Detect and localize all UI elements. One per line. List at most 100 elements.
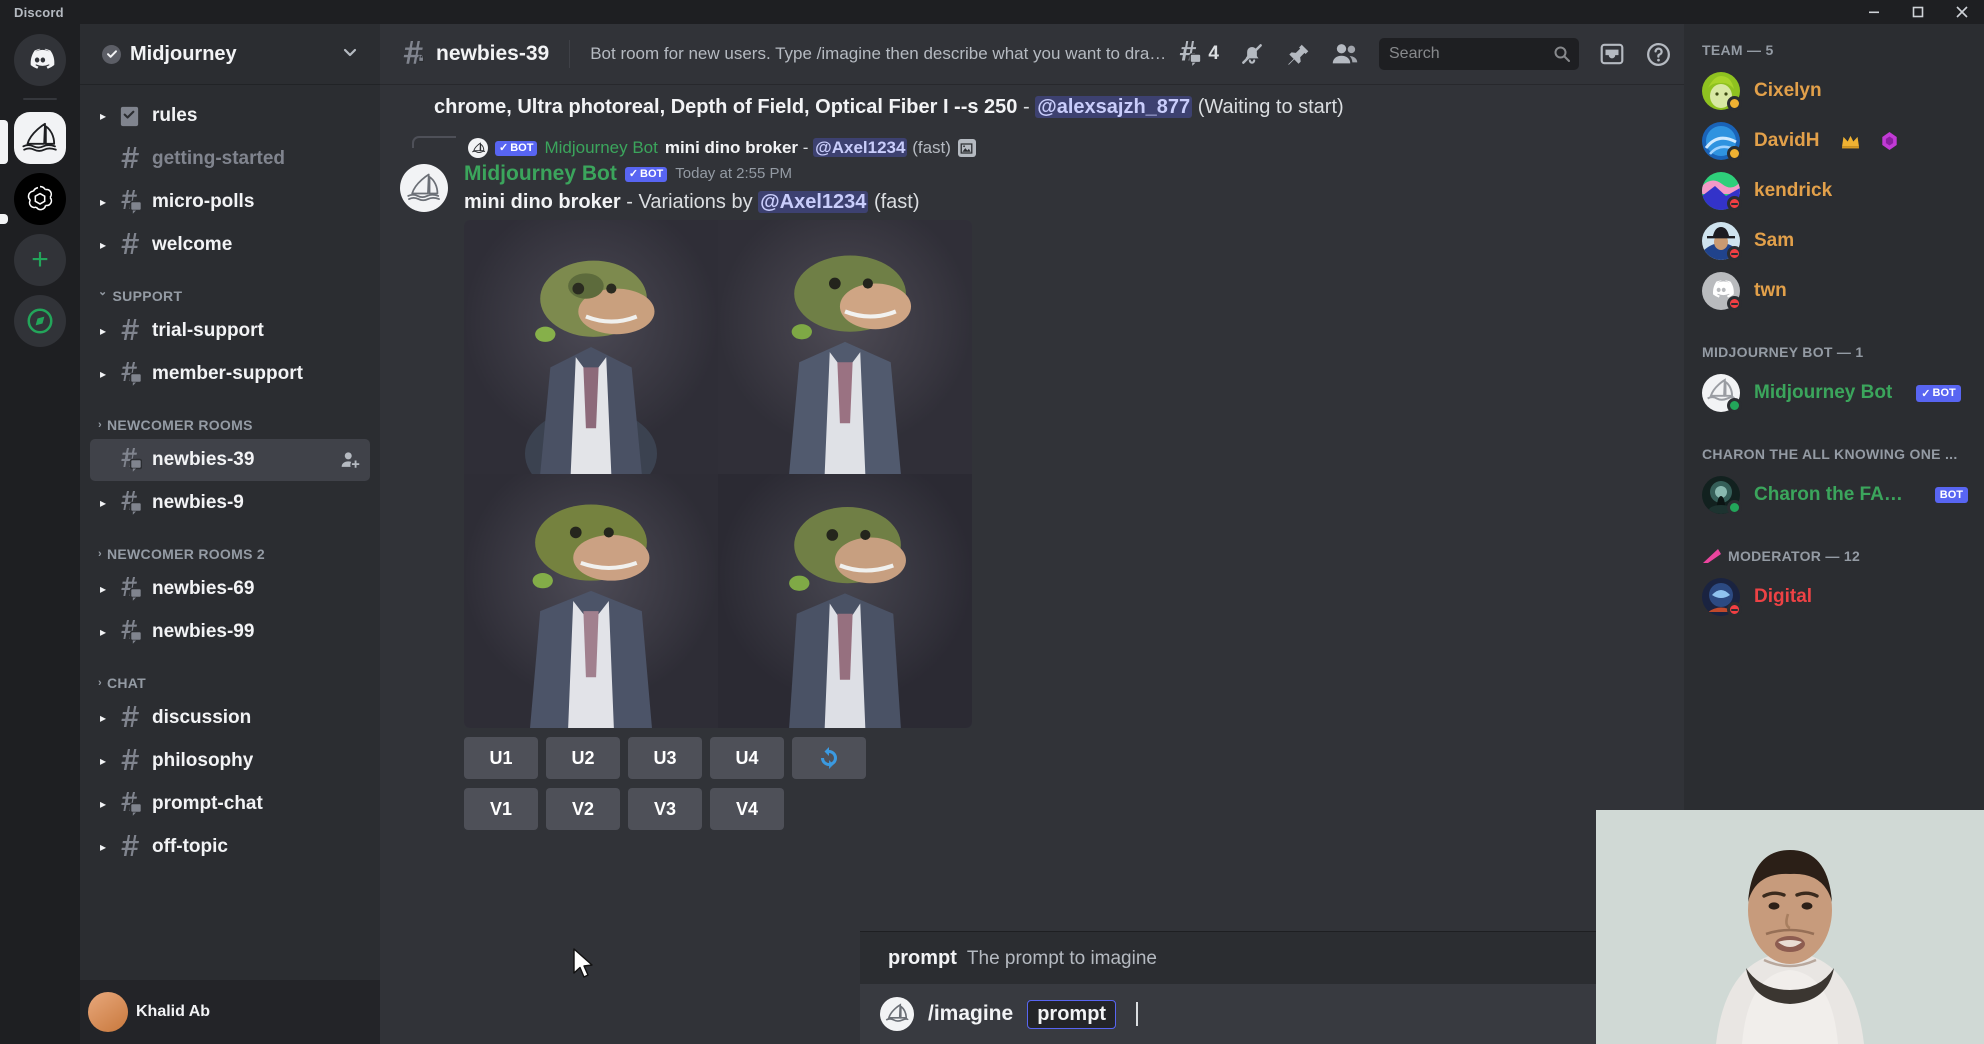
composer-arg-pill[interactable]: prompt [1027, 999, 1117, 1029]
help-icon[interactable] [1645, 41, 1672, 68]
avatar[interactable] [1702, 122, 1742, 161]
sidebar-item-member-support[interactable]: ▸ member-support [90, 353, 370, 395]
sidebar-item-newbies-39[interactable]: ▸newbies-39 [90, 439, 370, 481]
bell-muted-icon[interactable] [1239, 41, 1265, 67]
grid-image-1[interactable] [464, 220, 718, 474]
crown-icon [1841, 134, 1860, 149]
threads-icon[interactable]: 4 [1176, 41, 1219, 67]
member-list-item[interactable]: Cixelyn [1692, 66, 1976, 116]
member-name: Midjourney Bot [1754, 382, 1893, 403]
member-list-item[interactable]: kendrick [1692, 166, 1976, 216]
sidebar-item-prompt-chat[interactable]: ▸ prompt-chat [90, 783, 370, 825]
message-composer[interactable]: /imagine prompt [860, 984, 1684, 1044]
server-rail-item-add-server[interactable]: + [14, 234, 66, 286]
avatar[interactable] [1702, 172, 1742, 211]
bot-check-icon: ✓ [499, 141, 509, 154]
sidebar-item-newbies-69[interactable]: ▸ newbies-69 [90, 568, 370, 610]
moderator-hat-icon [1702, 548, 1722, 564]
webcam-video-overlay[interactable] [1596, 810, 1984, 1044]
member-list-item[interactable]: DavidH [1692, 116, 1976, 166]
member-list-item[interactable]: Digital [1692, 572, 1976, 622]
close-icon[interactable] [1940, 0, 1984, 24]
upscale-button-u2[interactable]: U2 [546, 737, 620, 779]
inbox-icon[interactable] [1599, 41, 1625, 67]
sidebar-item-trial-support[interactable]: ▸ trial-support [90, 310, 370, 352]
server-rail-item-midjourney[interactable] [14, 112, 66, 164]
user-panel[interactable]: Khalid Ab [80, 980, 380, 1044]
channel-name: rules [152, 105, 198, 126]
upscale-button-u3[interactable]: U3 [628, 737, 702, 779]
avatar[interactable] [1702, 476, 1742, 515]
members-icon[interactable] [1331, 40, 1359, 68]
message-speed: (fast) [873, 191, 920, 213]
server-rail-item-explore[interactable] [14, 295, 66, 347]
image-grid[interactable] [464, 220, 972, 728]
maximize-icon[interactable] [1896, 0, 1940, 24]
minimize-icon[interactable] [1852, 0, 1896, 24]
avatar[interactable] [1702, 72, 1742, 111]
hash-thread-icon [118, 448, 144, 472]
upscale-button-u4[interactable]: U4 [710, 737, 784, 779]
pin-icon[interactable] [1285, 41, 1311, 67]
member-list-item[interactable]: Charon the FAQ ... BOT [1692, 470, 1976, 520]
channel-category-chat[interactable]: › CHAT [80, 654, 380, 696]
sidebar-item-welcome[interactable]: ▸ welcome [90, 224, 370, 266]
upscale-button-u1[interactable]: U1 [464, 737, 538, 779]
message[interactable]: Midjourney Bot ✓ BOT Today at 2:55 PM min… [400, 158, 1664, 830]
sidebar-item-philosophy[interactable]: ▸ philosophy [90, 740, 370, 782]
member-name: Digital [1754, 586, 1813, 607]
member-list-item[interactable]: Midjourney Bot ✓ BOT [1692, 368, 1976, 418]
hash-icon [118, 749, 144, 773]
message-mention[interactable]: @Axel1234 [758, 191, 869, 213]
avatar[interactable] [1702, 374, 1742, 413]
sidebar-item-discussion[interactable]: ▸ discussion [90, 697, 370, 739]
grid-image-2[interactable] [718, 220, 972, 474]
search-input[interactable]: Search [1379, 38, 1579, 70]
sidebar-item-getting-started[interactable]: ▸getting-started [90, 138, 370, 180]
server-rail-item-openai[interactable] [14, 173, 66, 225]
grid-image-4[interactable] [718, 474, 972, 728]
sidebar-item-micro-polls[interactable]: ▸ micro-polls [90, 181, 370, 223]
avatar[interactable] [400, 164, 448, 212]
channel-category-newcomer-rooms[interactable]: › NEWCOMER ROOMS [80, 396, 380, 438]
member-list-item[interactable]: twn [1692, 266, 1976, 316]
message-list[interactable]: chrome, Ultra photoreal, Depth of Field,… [380, 84, 1684, 1044]
previous-message-mention[interactable]: @alexsajzh_877 [1035, 96, 1193, 118]
chevron-down-icon: ⌄ [98, 285, 108, 298]
variation-button-v3[interactable]: V3 [628, 788, 702, 830]
reroll-button[interactable] [792, 737, 866, 779]
avatar[interactable] [1702, 222, 1742, 261]
guild-header[interactable]: Midjourney [80, 24, 380, 84]
channel-category-newcomer-rooms-2[interactable]: › NEWCOMER ROOMS 2 [80, 525, 380, 567]
channel-category-support[interactable]: ⌄ SUPPORT [80, 267, 380, 309]
sidebar-item-off-topic[interactable]: ▸ off-topic [90, 826, 370, 868]
add-member-icon[interactable] [340, 449, 362, 471]
message-author[interactable]: Midjourney Bot [464, 162, 617, 186]
variation-button-v2[interactable]: V2 [546, 788, 620, 830]
chevron-down-icon[interactable] [340, 42, 360, 67]
reply-reference[interactable]: ✓ BOT Midjourney Bot mini dino broker - @… [412, 122, 1664, 158]
channel-topic[interactable]: Bot room for new users. Type /imagine th… [590, 44, 1166, 64]
hash-thread-icon [118, 491, 144, 515]
plus-icon: + [31, 243, 49, 276]
unread-server-pill [0, 214, 8, 224]
channel-list[interactable]: ▸rules▸getting-started▸micro-polls▸welco… [80, 84, 380, 980]
upscale-button-row[interactable]: U1 U2 U3 U4 [464, 737, 1664, 779]
variation-button-row[interactable]: V1 V2 V3 V4 [464, 788, 1664, 830]
server-rail-item-discord-home[interactable] [14, 34, 66, 86]
variation-button-v1[interactable]: V1 [464, 788, 538, 830]
avatar[interactable] [1702, 272, 1742, 311]
sidebar-item-newbies-99[interactable]: ▸ newbies-99 [90, 611, 370, 653]
sidebar-item-rules[interactable]: ▸ rules [90, 95, 370, 137]
category-label: NEWCOMER ROOMS [106, 417, 253, 433]
avatar[interactable] [1702, 578, 1742, 617]
status-indicator-idle [1727, 96, 1742, 111]
member-list-item[interactable]: Sam [1692, 216, 1976, 266]
reply-mention[interactable]: @Axel1234 [813, 138, 908, 157]
reply-dash: - [798, 138, 814, 157]
grid-image-3[interactable] [464, 474, 718, 728]
sidebar-item-newbies-9[interactable]: ▸ newbies-9 [90, 482, 370, 524]
channel-title: newbies-39 [436, 42, 550, 65]
variation-button-v4[interactable]: V4 [710, 788, 784, 830]
reply-author[interactable]: Midjourney Bot [544, 138, 657, 158]
